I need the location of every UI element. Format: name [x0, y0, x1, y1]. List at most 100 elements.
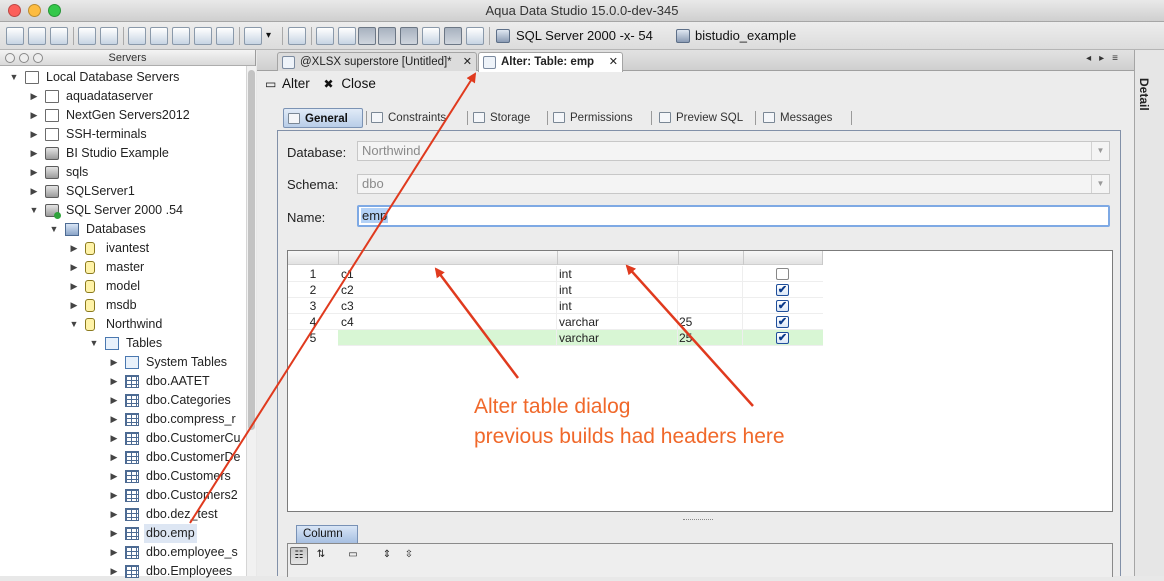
- allow-null-checkbox[interactable]: ✔: [776, 332, 789, 344]
- layout-horizontal-icon[interactable]: [422, 27, 440, 45]
- window-minimize-icon[interactable]: [28, 4, 41, 17]
- tree-item[interactable]: ▼ Local Database Servers: [0, 68, 246, 87]
- query-window-icon[interactable]: [288, 27, 306, 45]
- data-type-cell[interactable]: varchar: [558, 314, 678, 330]
- size-cell[interactable]: 25: [679, 314, 743, 330]
- subtab-constraints[interactable]: Constraints: [367, 108, 463, 128]
- expanded-arrow-icon[interactable]: ▼: [88, 334, 100, 353]
- compare-icon[interactable]: [216, 27, 234, 45]
- subtab-permissions[interactable]: Permissions: [549, 108, 649, 128]
- dropdown-arrow-icon[interactable]: ▾: [266, 30, 271, 41]
- close-button[interactable]: ✖ Close: [324, 76, 376, 91]
- allow-null-checkbox[interactable]: ✔: [776, 300, 789, 312]
- tree-item[interactable]: ▶ dbo.CustomerDe: [0, 448, 246, 467]
- column-name-cell[interactable]: c1: [339, 266, 557, 282]
- table-row[interactable]: 3 c3 int ✔: [288, 298, 823, 314]
- window-zoom-icon[interactable]: [48, 4, 61, 17]
- detail-panel-label[interactable]: Detail: [1137, 78, 1151, 111]
- tree-item[interactable]: ▶ dbo.compress_r: [0, 410, 246, 429]
- size-cell[interactable]: [679, 282, 743, 298]
- current-database-label[interactable]: bistudio_example: [695, 28, 796, 43]
- sidebar-scrollbar-thumb[interactable]: [248, 70, 255, 430]
- window-close-icon[interactable]: [8, 4, 21, 17]
- data-type-cell[interactable]: int: [558, 266, 678, 282]
- layout-single-icon[interactable]: [338, 27, 356, 45]
- collapsed-arrow-icon[interactable]: ▶: [108, 543, 120, 562]
- collapsed-arrow-icon[interactable]: ▶: [108, 467, 120, 486]
- expanded-arrow-icon[interactable]: ▼: [28, 201, 40, 220]
- new-server-icon[interactable]: [6, 27, 24, 45]
- layout-vertical-icon[interactable]: [400, 27, 418, 45]
- alter-button[interactable]: ▭ Alter: [265, 76, 310, 91]
- collapsed-arrow-icon[interactable]: ▶: [108, 429, 120, 448]
- tab-navigation-icons[interactable]: ◂▸≡: [1086, 53, 1126, 64]
- chart-icon[interactable]: [466, 27, 484, 45]
- tab-alter-table-emp[interactable]: Alter: Table: emp ✕: [478, 52, 623, 72]
- grid-layout-icon[interactable]: [316, 27, 334, 45]
- layout-tiled-icon[interactable]: [378, 27, 396, 45]
- expanded-arrow-icon[interactable]: ▼: [68, 315, 80, 334]
- collapsed-arrow-icon[interactable]: ▶: [108, 391, 120, 410]
- splitter-grip[interactable]: [683, 519, 713, 521]
- chevron-down-icon[interactable]: ▼: [1091, 142, 1109, 160]
- tree-item[interactable]: ▼ Northwind: [0, 315, 246, 334]
- tree-item[interactable]: ▶ dbo.AATET: [0, 372, 246, 391]
- document-icon[interactable]: [244, 27, 262, 45]
- tab-close-icon[interactable]: ✕: [463, 53, 472, 71]
- chevron-down-icon[interactable]: ▼: [1091, 175, 1109, 193]
- collapsed-arrow-icon[interactable]: ▶: [68, 258, 80, 277]
- column-name-cell[interactable]: c3: [339, 298, 557, 314]
- collapsed-arrow-icon[interactable]: ▶: [108, 372, 120, 391]
- tab-column[interactable]: Column: [296, 525, 358, 543]
- tree-item[interactable]: ▶ dbo.dez_test: [0, 505, 246, 524]
- column-name-cell[interactable]: [339, 330, 557, 346]
- tree-item[interactable]: ▼ SQL Server 2000 .54: [0, 201, 246, 220]
- tree-item[interactable]: ▶ System Tables: [0, 353, 246, 372]
- sidebar-minimize-icon[interactable]: [19, 53, 29, 63]
- collapsed-arrow-icon[interactable]: ▶: [108, 524, 120, 543]
- tree-item[interactable]: ▶ NextGen Servers2012: [0, 106, 246, 125]
- current-server-label[interactable]: SQL Server 2000 -x- 54: [516, 28, 653, 43]
- tree-item[interactable]: ▶ dbo.emp: [0, 524, 246, 543]
- schema-browser-icon[interactable]: [194, 27, 212, 45]
- subtab-storage[interactable]: Storage: [469, 108, 545, 128]
- property-editor-icon[interactable]: ▭: [344, 547, 362, 565]
- table-row[interactable]: 2 c2 int ✔: [288, 282, 823, 298]
- collapsed-arrow-icon[interactable]: ▶: [28, 106, 40, 125]
- subtab-general[interactable]: General: [283, 108, 363, 128]
- expand-collapse-icon[interactable]: ⇳: [400, 547, 418, 565]
- tree-item[interactable]: ▶ model: [0, 277, 246, 296]
- tab-xlsx-superstore[interactable]: @XLSX superstore [Untitled]* ✕: [277, 52, 477, 71]
- tree-item[interactable]: ▶ aquadataserver: [0, 87, 246, 106]
- collapsed-arrow-icon[interactable]: ▶: [28, 182, 40, 201]
- server-properties-icon[interactable]: [50, 27, 68, 45]
- sidebar-scrollbar[interactable]: [246, 66, 256, 576]
- allow-null-checkbox[interactable]: ✔: [776, 284, 789, 296]
- size-cell[interactable]: [679, 266, 743, 282]
- tree-item[interactable]: ▶ dbo.CustomerCu: [0, 429, 246, 448]
- layout-cascade-icon[interactable]: [444, 27, 462, 45]
- sidebar-maximize-icon[interactable]: [33, 53, 43, 63]
- collapsed-arrow-icon[interactable]: ▶: [108, 486, 120, 505]
- expanded-arrow-icon[interactable]: ▼: [48, 220, 60, 239]
- layout-tabbed-icon[interactable]: [358, 27, 376, 45]
- collapsed-arrow-icon[interactable]: ▶: [68, 239, 80, 258]
- collapsed-arrow-icon[interactable]: ▶: [28, 125, 40, 144]
- collapsed-arrow-icon[interactable]: ▶: [28, 144, 40, 163]
- query-analyzer-icon[interactable]: [128, 27, 146, 45]
- table-data-editor-icon[interactable]: [172, 27, 190, 45]
- tree-item[interactable]: ▶ dbo.Employees: [0, 562, 246, 581]
- size-cell[interactable]: [679, 298, 743, 314]
- column-name-cell[interactable]: c4: [339, 314, 557, 330]
- collapsed-arrow-icon[interactable]: ▶: [28, 163, 40, 182]
- tree-item[interactable]: ▶ SSH-terminals: [0, 125, 246, 144]
- tree-item[interactable]: ▶ master: [0, 258, 246, 277]
- tree-item[interactable]: ▶ dbo.Categories: [0, 391, 246, 410]
- collapsed-arrow-icon[interactable]: ▶: [68, 277, 80, 296]
- table-row[interactable]: 4 c4 varchar 25 ✔: [288, 314, 823, 330]
- query-builder-icon[interactable]: [150, 27, 168, 45]
- sort-alphabetical-icon[interactable]: ⇅: [312, 547, 330, 565]
- collapsed-arrow-icon[interactable]: ▶: [28, 87, 40, 106]
- tree-item[interactable]: ▶ ivantest: [0, 239, 246, 258]
- collapsed-arrow-icon[interactable]: ▶: [108, 353, 120, 372]
